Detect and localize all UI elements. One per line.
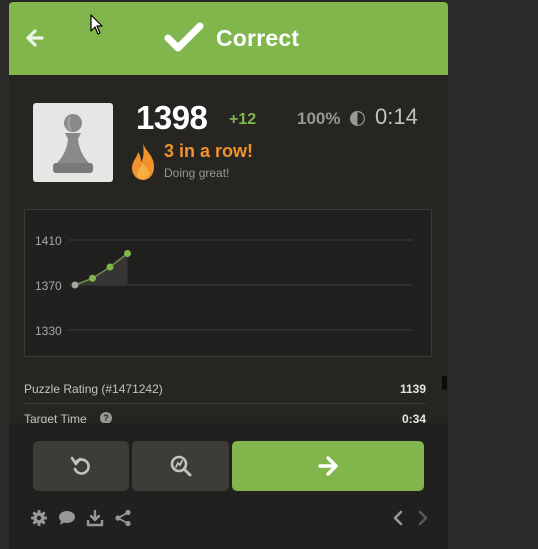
chevron-left-icon[interactable] xyxy=(389,509,407,527)
clock-icon xyxy=(350,111,365,126)
rating-delta: +12 xyxy=(229,111,257,128)
streak-message: Doing great! xyxy=(164,166,230,180)
solve-time: 0:14 xyxy=(375,104,418,129)
stat-value: 1139 xyxy=(399,382,426,396)
divider xyxy=(24,403,426,404)
rating-point xyxy=(106,263,114,271)
next-puzzle-button[interactable] xyxy=(232,441,424,491)
flame-icon xyxy=(132,143,154,180)
accuracy: 100% xyxy=(297,109,341,128)
stat-label: Puzzle Rating (#1471242) xyxy=(24,382,163,396)
pawn-icon xyxy=(53,114,93,173)
retry-button[interactable] xyxy=(33,441,129,491)
rating-graph: 1410 1370 1330 xyxy=(24,209,432,357)
share-icon[interactable] xyxy=(114,509,132,527)
checkmark-icon xyxy=(164,22,204,52)
puzzle-result-panel: Correct 1398 +12 100% 0:14 3 in a row! D… xyxy=(9,0,448,549)
rating-point xyxy=(71,281,79,289)
download-icon[interactable] xyxy=(86,509,104,527)
rating-point xyxy=(124,250,131,257)
retry-icon xyxy=(70,456,90,475)
rating-chart: 1410 1370 1330 xyxy=(35,234,413,338)
analysis-magnifier-icon xyxy=(170,455,191,477)
action-bar xyxy=(9,423,448,549)
rating-point xyxy=(89,274,96,282)
y-tick-label: 1370 xyxy=(35,279,62,293)
avatar xyxy=(33,103,113,182)
chat-icon[interactable] xyxy=(58,509,76,527)
gear-icon[interactable] xyxy=(30,509,48,527)
analysis-button[interactable] xyxy=(132,441,229,491)
result-title: Correct xyxy=(216,24,300,51)
rating-area xyxy=(75,253,128,285)
puzzle-rating-row: Puzzle Rating (#1471242) 1139 xyxy=(24,382,426,412)
result-header: Correct xyxy=(9,2,448,75)
streak-count: 3 in a row! xyxy=(164,141,254,161)
arrow-right-icon xyxy=(318,456,338,476)
scrollbar-thumb[interactable] xyxy=(442,376,447,390)
player-rating: 1398 xyxy=(136,99,208,136)
arrow-left-icon[interactable] xyxy=(23,26,45,50)
chevron-right-icon[interactable] xyxy=(414,509,432,527)
result-title-group: Correct xyxy=(164,20,299,56)
y-tick-label: 1330 xyxy=(35,324,62,338)
y-tick-label: 1410 xyxy=(35,234,62,248)
mouse-cursor-icon xyxy=(90,14,103,35)
page-background xyxy=(448,0,538,549)
